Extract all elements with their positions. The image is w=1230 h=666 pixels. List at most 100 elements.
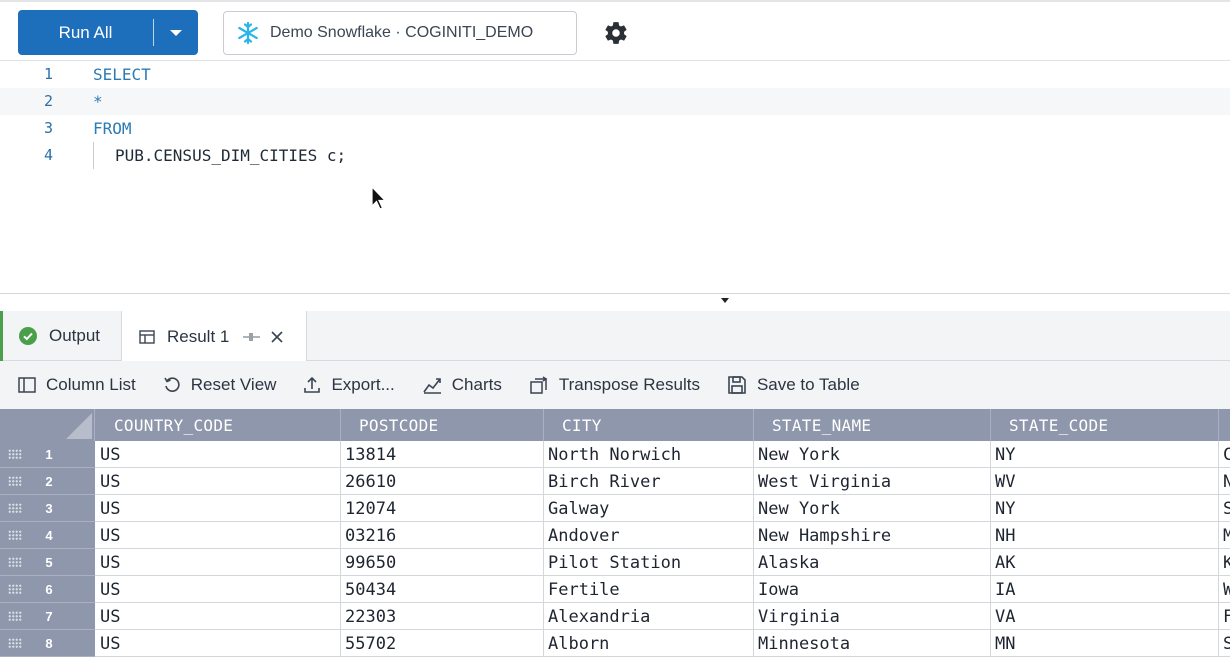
table-row[interactable]: 4 US03216AndoverNew HampshireNHM: [0, 522, 1230, 549]
drag-handle-icon[interactable]: [8, 638, 22, 648]
table-cell[interactable]: Alexandria: [544, 603, 754, 630]
row-header[interactable]: 6: [0, 576, 95, 603]
table-cell[interactable]: AK: [991, 549, 1219, 576]
drag-handle-icon[interactable]: [8, 584, 22, 594]
column-header[interactable]: POSTCODE: [341, 409, 544, 441]
table-row[interactable]: 3 US12074GalwayNew YorkNYS: [0, 495, 1230, 522]
connection-selector[interactable]: Demo Snowflake · COGINITI_DEMO: [223, 11, 577, 55]
row-header[interactable]: 7: [0, 603, 95, 630]
table-cell[interactable]: Minnesota: [754, 630, 991, 657]
drag-handle-icon[interactable]: [8, 611, 22, 621]
table-cell[interactable]: Pilot Station: [544, 549, 754, 576]
table-cell[interactable]: MN: [991, 630, 1219, 657]
row-header[interactable]: 8: [0, 630, 95, 657]
table-cell[interactable]: Birch River: [544, 468, 754, 495]
column-header[interactable]: COUNTRY_CODE: [96, 409, 341, 441]
table-cell[interactable]: West Virginia: [754, 468, 991, 495]
table-cell[interactable]: S: [1219, 495, 1230, 522]
table-row[interactable]: 1 US13814North NorwichNew YorkNYC: [0, 441, 1230, 468]
result-tabs: Output Result 1: [0, 311, 1230, 362]
pin-icon[interactable]: [243, 331, 261, 343]
table-cell[interactable]: New Hampshire: [754, 522, 991, 549]
table-cell[interactable]: US: [96, 576, 341, 603]
run-all-label: Run All: [58, 22, 113, 42]
reset-view-button[interactable]: Reset View: [163, 375, 276, 395]
table-row[interactable]: 6 US50434FertileIowaIAW: [0, 576, 1230, 603]
table-cell[interactable]: 55702: [341, 630, 544, 657]
column-header[interactable]: STATE_NAME: [754, 409, 991, 441]
result-grid[interactable]: COUNTRY_CODE POSTCODE CITY STATE_NAME ST…: [0, 409, 1230, 666]
run-all-button[interactable]: Run All: [18, 10, 198, 55]
run-options-dropdown[interactable]: [154, 29, 198, 37]
table-cell[interactable]: Galway: [544, 495, 754, 522]
settings-gear-icon[interactable]: [602, 19, 630, 47]
table-cell[interactable]: NY: [991, 441, 1219, 468]
row-header[interactable]: 3: [0, 495, 95, 522]
export-button[interactable]: Export...: [303, 375, 395, 395]
tab-output[interactable]: Output: [0, 311, 122, 361]
collapse-arrow-icon[interactable]: [721, 298, 729, 303]
table-cell[interactable]: 03216: [341, 522, 544, 549]
table-cell[interactable]: Fertile: [544, 576, 754, 603]
table-cell[interactable]: Iowa: [754, 576, 991, 603]
table-cell[interactable]: 26610: [341, 468, 544, 495]
row-header[interactable]: 1: [0, 441, 95, 468]
table-row[interactable]: 5 US99650Pilot StationAlaskaAKK: [0, 549, 1230, 576]
table-cell[interactable]: US: [96, 630, 341, 657]
drag-handle-icon[interactable]: [8, 557, 22, 567]
transpose-results-button[interactable]: Transpose Results: [529, 375, 700, 395]
table-cell[interactable]: 22303: [341, 603, 544, 630]
close-icon[interactable]: [271, 330, 283, 343]
table-cell[interactable]: US: [96, 468, 341, 495]
table-cell[interactable]: 99650: [341, 549, 544, 576]
grid-header: COUNTRY_CODE POSTCODE CITY STATE_NAME ST…: [0, 409, 1230, 441]
table-cell[interactable]: NY: [991, 495, 1219, 522]
column-header[interactable]: CITY: [544, 409, 754, 441]
table-cell[interactable]: F: [1219, 603, 1230, 630]
column-header[interactable]: STATE_CODE: [991, 409, 1219, 441]
table-cell[interactable]: Andover: [544, 522, 754, 549]
table-row[interactable]: 2 US26610Birch RiverWest VirginiaWVN: [0, 468, 1230, 495]
table-cell[interactable]: 12074: [341, 495, 544, 522]
table-cell[interactable]: 13814: [341, 441, 544, 468]
table-cell[interactable]: NH: [991, 522, 1219, 549]
table-cell[interactable]: North Norwich: [544, 441, 754, 468]
table-cell[interactable]: C: [1219, 441, 1230, 468]
table-row[interactable]: 8 US55702AlbornMinnesotaMNS: [0, 630, 1230, 657]
table-cell[interactable]: US: [96, 603, 341, 630]
table-cell[interactable]: K: [1219, 549, 1230, 576]
table-cell[interactable]: N: [1219, 468, 1230, 495]
table-cell[interactable]: Virginia: [754, 603, 991, 630]
table-cell[interactable]: US: [96, 495, 341, 522]
row-header[interactable]: 4: [0, 522, 95, 549]
table-cell[interactable]: 50434: [341, 576, 544, 603]
drag-handle-icon[interactable]: [8, 503, 22, 513]
tab-result-1[interactable]: Result 1: [122, 311, 307, 362]
drag-handle-icon[interactable]: [8, 476, 22, 486]
select-all-corner[interactable]: [0, 409, 95, 441]
table-cell[interactable]: M: [1219, 522, 1230, 549]
table-cell[interactable]: W: [1219, 576, 1230, 603]
drag-handle-icon[interactable]: [8, 530, 22, 540]
table-cell[interactable]: WV: [991, 468, 1219, 495]
table-cell[interactable]: S: [1219, 630, 1230, 657]
column-list-button[interactable]: Column List: [18, 375, 136, 395]
row-header[interactable]: 5: [0, 549, 95, 576]
export-icon: [303, 376, 321, 394]
table-cell[interactable]: VA: [991, 603, 1219, 630]
table-row[interactable]: 7 US22303AlexandriaVirginiaVAF: [0, 603, 1230, 630]
table-cell[interactable]: IA: [991, 576, 1219, 603]
row-header[interactable]: 2: [0, 468, 95, 495]
table-cell[interactable]: New York: [754, 441, 991, 468]
table-cell[interactable]: Alborn: [544, 630, 754, 657]
table-cell[interactable]: US: [96, 441, 341, 468]
charts-button[interactable]: Charts: [422, 375, 502, 395]
save-to-table-button[interactable]: Save to Table: [727, 375, 860, 395]
drag-handle-icon[interactable]: [8, 449, 22, 459]
sql-editor[interactable]: 1 SELECT 2 * 3 FROM 4 PUB.CENSUS_DIM_CIT…: [0, 61, 1230, 293]
table-cell[interactable]: US: [96, 549, 341, 576]
pane-splitter[interactable]: [0, 293, 1230, 311]
table-cell[interactable]: New York: [754, 495, 991, 522]
table-cell[interactable]: US: [96, 522, 341, 549]
table-cell[interactable]: Alaska: [754, 549, 991, 576]
